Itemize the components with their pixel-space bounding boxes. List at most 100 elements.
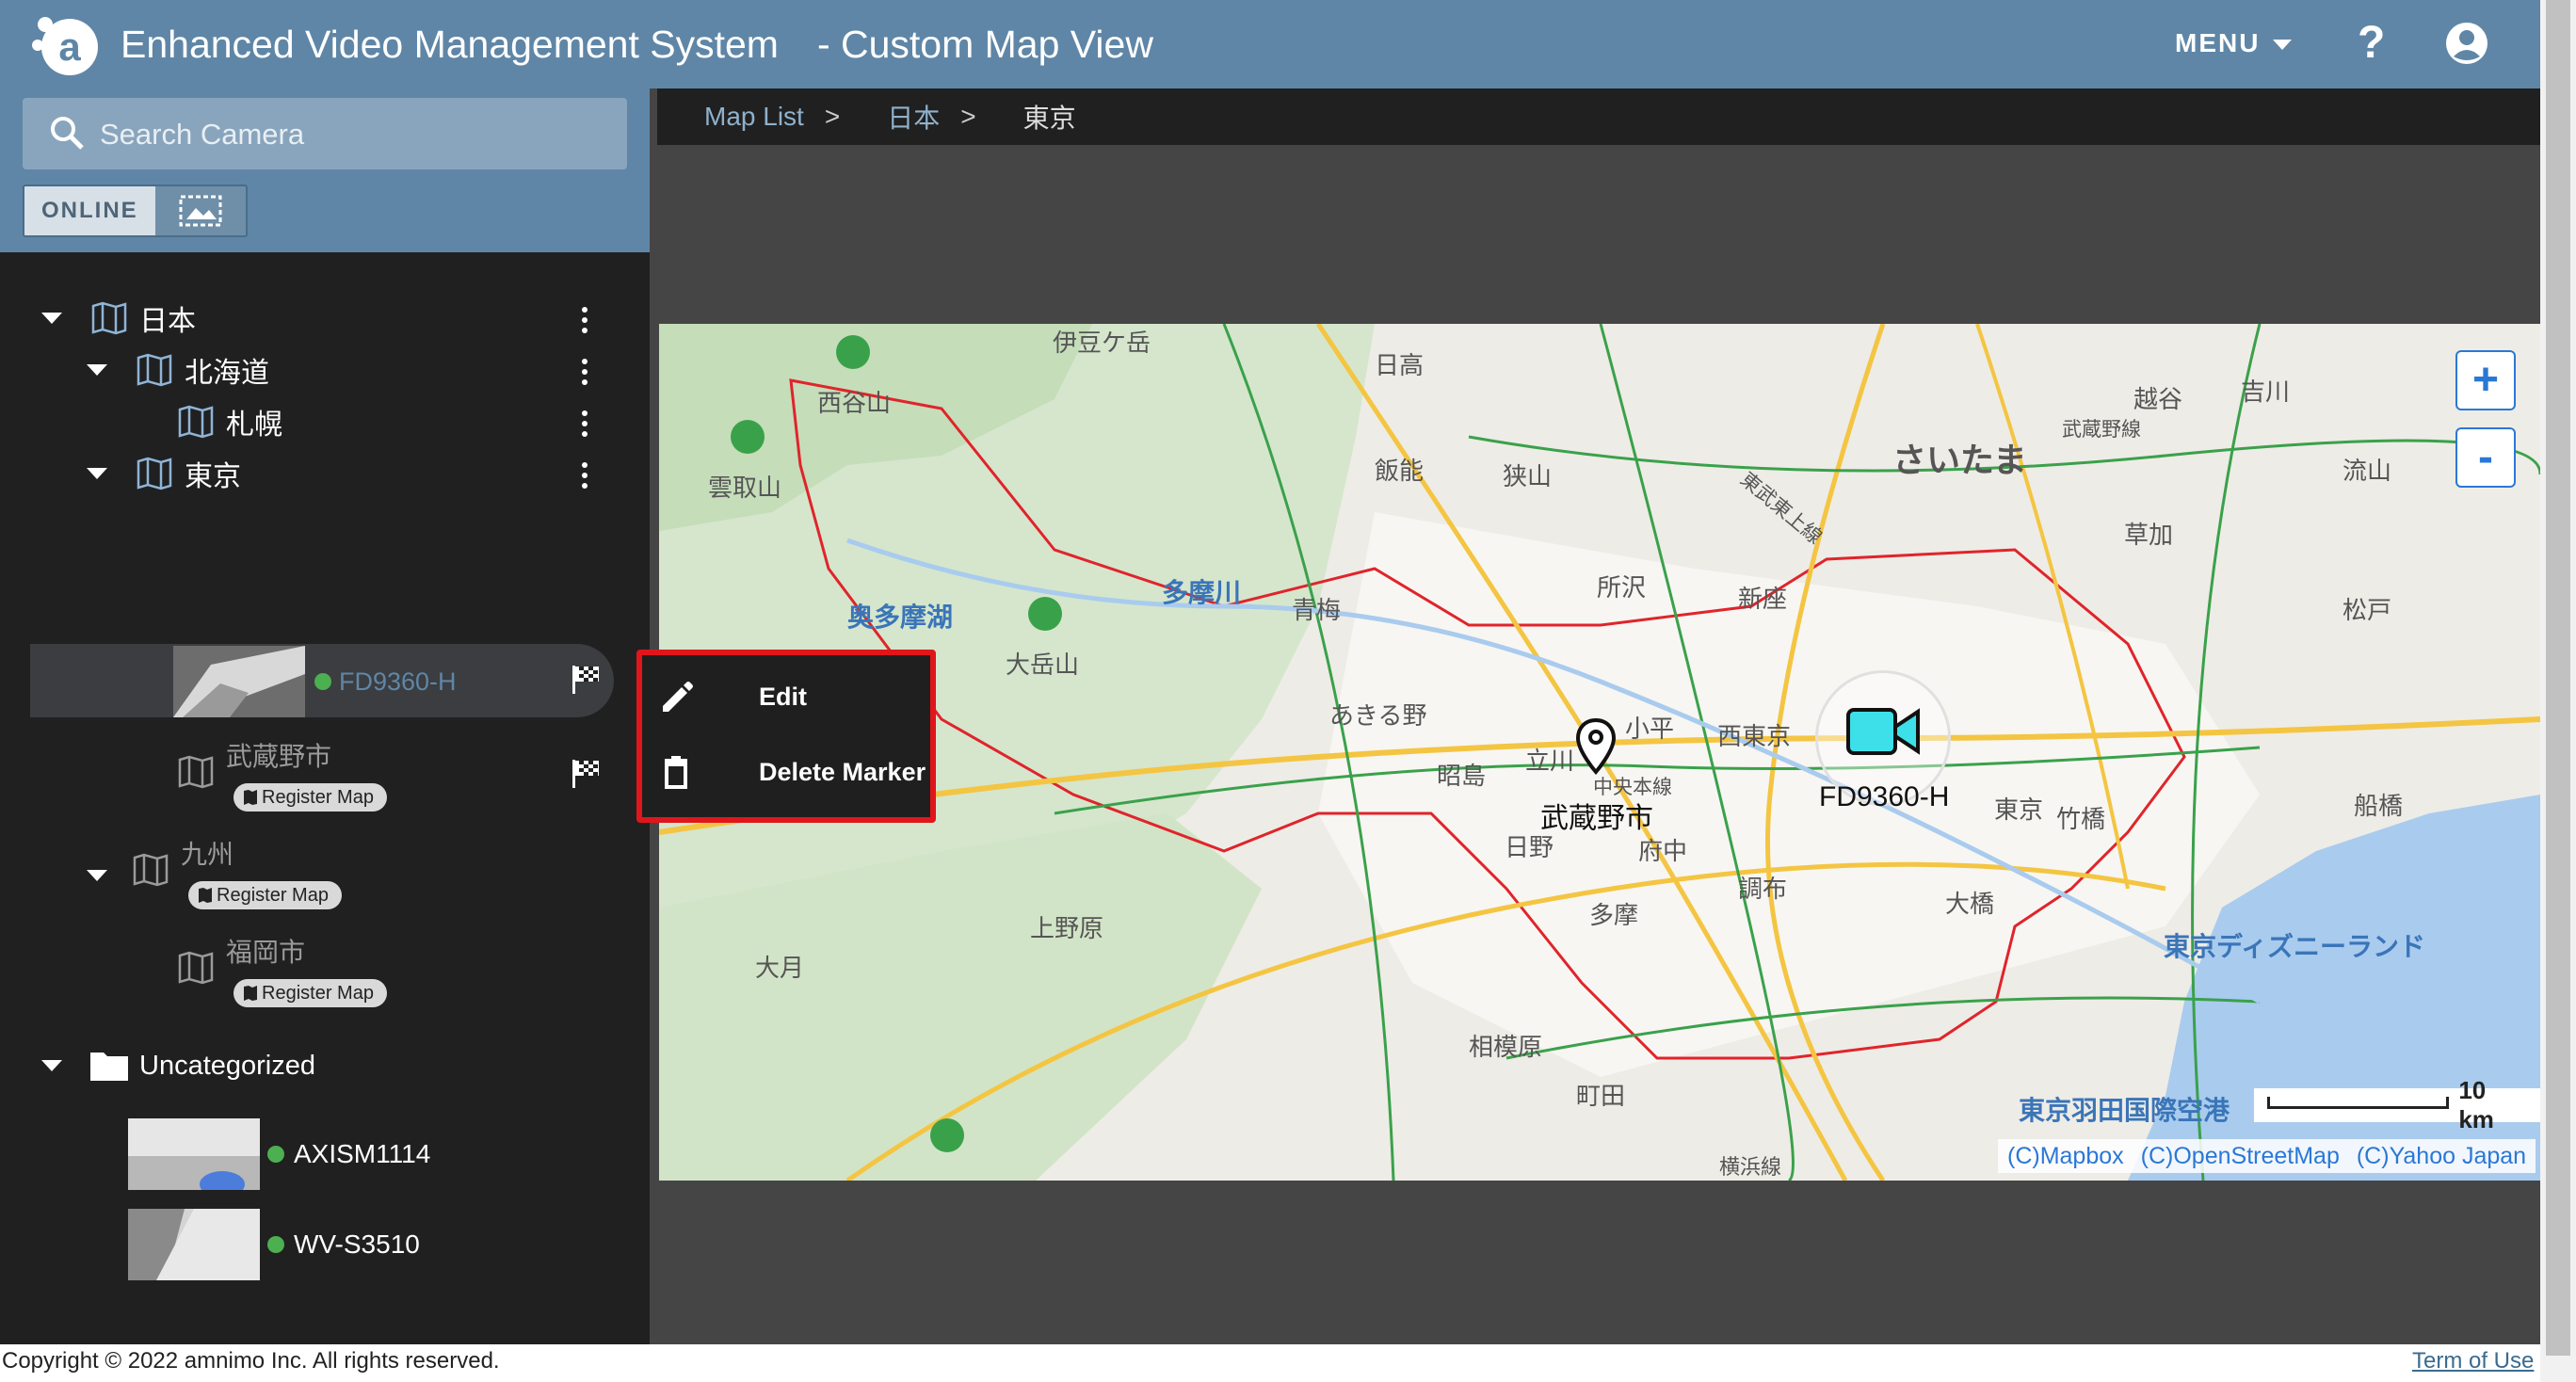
trash-icon [665, 756, 687, 789]
page-scrollbar[interactable] [2540, 0, 2576, 1382]
map-icon [133, 853, 169, 887]
map-label: 西谷山 [817, 389, 892, 417]
edit-menu-item[interactable]: Edit [642, 659, 930, 734]
scrollbar-thumb[interactable] [2546, 0, 2570, 1356]
camera-item-wvs3510[interactable]: WV-S3510 [267, 1216, 420, 1273]
map-icon [91, 301, 127, 335]
map-view-toggle[interactable] [154, 186, 246, 235]
more-vert-icon[interactable] [582, 462, 589, 489]
more-vert-icon[interactable] [582, 307, 589, 333]
map-label: 大橋 [1945, 890, 1995, 918]
camera-item-fd9360h[interactable]: FD9360-H [314, 653, 457, 710]
more-vert-icon[interactable] [582, 359, 589, 385]
map-tree-sidebar: 日本 北海道 札幌 東京 FD9360-H 武蔵野市 Register Map … [0, 252, 650, 1344]
search-box[interactable] [23, 98, 627, 171]
map-label: 新座 [1738, 585, 1788, 613]
map-label: 奥多摩湖 [847, 603, 954, 632]
attribution-link[interactable]: (C)Mapbox [2007, 1143, 2124, 1170]
tree-item-uncategorized[interactable]: Uncategorized [41, 1037, 315, 1094]
zoom-in-button[interactable]: + [2455, 350, 2516, 410]
video-camera-icon[interactable] [1845, 704, 1921, 759]
map-label: 草加 [2124, 521, 2174, 549]
map-icon [199, 888, 212, 903]
camera-thumbnail [128, 1118, 260, 1190]
map-label: 大岳山 [1006, 651, 1080, 679]
amnimo-logo-icon[interactable]: a [28, 11, 104, 77]
register-map-button[interactable]: Register Map [233, 783, 387, 812]
breadcrumb: Map List > 日本 > 東京 [657, 88, 2540, 145]
register-map-button[interactable]: Register Map [233, 979, 387, 1007]
map-label: 船橋 [2354, 792, 2404, 820]
account-icon[interactable] [2444, 21, 2489, 66]
breadcrumb-link-map-list[interactable]: Map List [704, 102, 804, 132]
map-label: 多摩川 [1162, 578, 1242, 607]
map-label: 町田 [1576, 1082, 1626, 1110]
tree-label: 札幌 [226, 410, 282, 441]
caret-down-icon[interactable] [87, 468, 107, 479]
attribution-link[interactable]: (C)OpenStreetMap [2141, 1143, 2340, 1170]
caret-down-icon[interactable] [87, 364, 107, 376]
camera-item-axism1114[interactable]: AXISM1114 [267, 1126, 430, 1182]
tree-item-sapporo[interactable]: 札幌 [177, 394, 282, 450]
online-status-dot [314, 673, 331, 690]
camera-thumbnail [173, 646, 305, 717]
map-attribution: (C)Mapbox (C)OpenStreetMap (C)Yahoo Japa… [1998, 1139, 2536, 1173]
map-label: さいたま [1892, 441, 2027, 479]
map-label: 伊豆ケ岳 [1053, 329, 1151, 357]
register-map-button[interactable]: Register Map [188, 881, 342, 909]
svg-text:a: a [58, 24, 81, 69]
tree-label: 日本 [139, 306, 196, 337]
attribution-link[interactable]: (C)Yahoo Japan [2357, 1143, 2526, 1170]
register-map-label: Register Map [262, 983, 374, 1004]
help-icon[interactable]: ? [2358, 17, 2385, 69]
flag-icon[interactable] [569, 757, 603, 791]
map-label: 多摩 [1589, 901, 1639, 929]
map-label: 武蔵野線 [2062, 419, 2141, 441]
tree-item-kyushu[interactable]: 九州 [181, 834, 233, 872]
menu-button[interactable]: MENU [2175, 28, 2293, 58]
map-label: 東京 [1994, 795, 2044, 824]
map-label: 東京羽田国際空港 [2019, 1096, 2230, 1125]
camera-label: WV-S3510 [294, 1229, 420, 1259]
tree-item-fukuoka[interactable]: 福岡市 [226, 932, 305, 970]
map-label: 西東京 [1717, 722, 1792, 750]
sidebar-search-panel: ONLINE [0, 88, 650, 252]
caret-down-icon[interactable] [87, 870, 107, 881]
marker-place-label: 武蔵野市 [1540, 803, 1653, 834]
tree-item-japan[interactable]: 日本 [41, 290, 196, 346]
breadcrumb-separator: > [960, 102, 976, 131]
custom-map[interactable]: 伊豆ケ岳 日高 西谷山 雲取山 飯能 狭山 所沢 さいたま 越谷 吉川 草加 流… [659, 324, 2540, 1181]
delete-marker-menu-item[interactable]: Delete Marker [642, 734, 930, 810]
breadcrumb-link-japan[interactable]: 日本 [887, 98, 940, 136]
camera-label: FD9360-H [339, 667, 457, 696]
tree-item-hokkaido[interactable]: 北海道 [87, 342, 269, 398]
app-header: a Enhanced Video Management System - Cus… [0, 0, 2540, 88]
search-input[interactable] [98, 98, 610, 171]
tree-item-musashino[interactable]: 武蔵野市 [226, 736, 331, 774]
more-vert-icon[interactable] [582, 410, 589, 437]
caret-down-icon[interactable] [41, 1060, 62, 1071]
breadcrumb-separator: > [824, 102, 841, 131]
map-label: 大月 [755, 954, 805, 982]
map-label: 雲取山 [708, 474, 782, 502]
marker-camera-label: FD9360-H [1819, 781, 1950, 812]
caret-down-icon[interactable] [41, 313, 62, 324]
map-label: あきる野 [1329, 701, 1427, 730]
map-icon [244, 986, 257, 1001]
flag-icon[interactable] [569, 663, 603, 697]
map-label: 小平 [1625, 715, 1675, 743]
map-label: 青梅 [1292, 596, 1342, 624]
online-filter-button[interactable]: ONLINE [24, 186, 155, 235]
marker-context-menu: Edit Delete Marker [636, 650, 936, 823]
map-label: 所沢 [1597, 573, 1647, 602]
folder-icon [90, 1053, 128, 1081]
tree-item-tokyo[interactable]: 東京 [87, 445, 241, 502]
zoom-out-button[interactable]: - [2455, 427, 2516, 488]
terms-of-use-link[interactable]: Term of Use [2412, 1348, 2534, 1374]
breadcrumb-current: 東京 [1022, 104, 1076, 133]
map-label: 狭山 [1503, 462, 1553, 490]
register-map-label: Register Map [262, 787, 374, 808]
location-pin-icon[interactable] [1574, 717, 1618, 776]
image-frame-icon [179, 195, 222, 227]
register-map-label: Register Map [217, 885, 329, 906]
